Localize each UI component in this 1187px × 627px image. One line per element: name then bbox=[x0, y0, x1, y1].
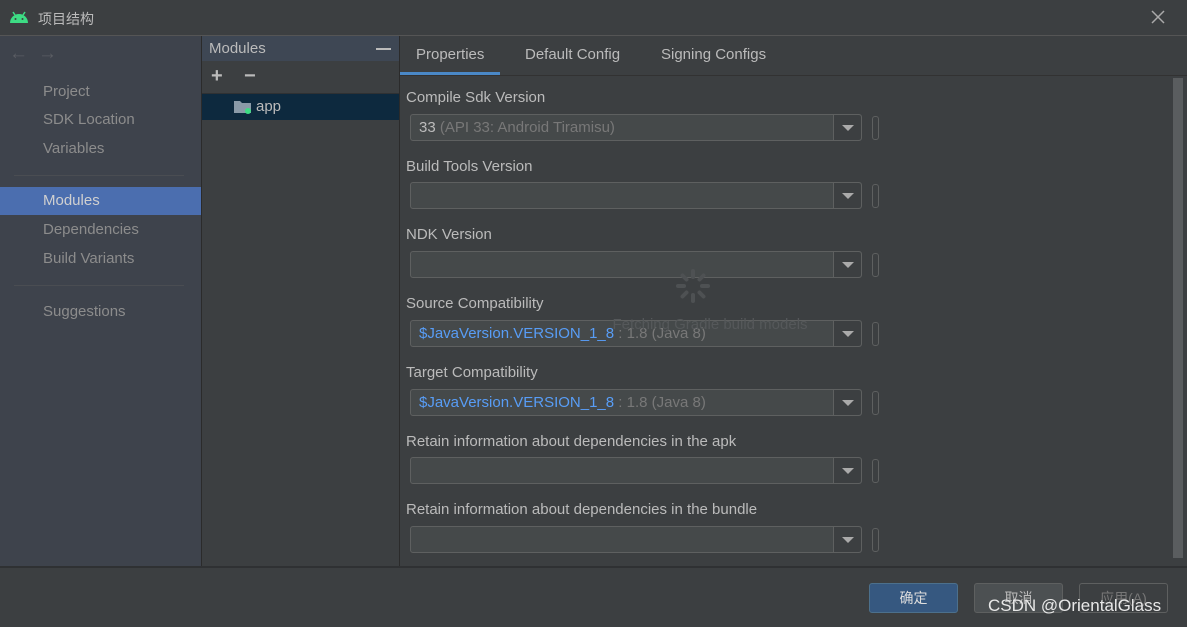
source-compatibility-variable: $JavaVersion.VERSION_1_8 bbox=[419, 325, 615, 342]
tab-default-config[interactable]: Default Config bbox=[509, 36, 636, 75]
modules-title: Modules bbox=[209, 40, 266, 57]
sidebar-item-modules[interactable]: Modules bbox=[0, 187, 201, 215]
close-icon[interactable] bbox=[1149, 8, 1167, 26]
dropdown-arrow[interactable] bbox=[833, 458, 861, 483]
build-tools-label: Build Tools Version bbox=[406, 158, 533, 175]
compile-sdk-dropdown[interactable]: 33 (API 33: Android Tiramisu) bbox=[410, 114, 862, 141]
chevron-down-icon bbox=[842, 331, 854, 337]
module-item-app[interactable]: app bbox=[202, 94, 399, 120]
dropdown-arrow[interactable] bbox=[833, 527, 861, 552]
retain-bundle-label: Retain information about dependencies in… bbox=[406, 501, 758, 518]
build-tools-dropdown[interactable] bbox=[410, 182, 862, 209]
collapse-icon[interactable] bbox=[376, 48, 391, 50]
target-compatibility-dropdown[interactable]: $JavaVersion.VERSION_1_8 : 1.8 (Java 8) bbox=[410, 389, 862, 416]
history-nav: ←→ bbox=[9, 43, 67, 65]
modules-panel: Modules + − app bbox=[202, 36, 400, 566]
target-compatibility-label: Target Compatibility bbox=[406, 364, 538, 381]
module-folder-icon bbox=[234, 101, 251, 114]
sidebar-item-dependencies[interactable]: Dependencies bbox=[0, 216, 201, 244]
dropdown-arrow[interactable] bbox=[833, 183, 861, 208]
variable-toggle[interactable] bbox=[872, 322, 879, 346]
compile-sdk-value: 33 bbox=[419, 119, 436, 136]
sidebar-item-variables[interactable]: Variables bbox=[0, 135, 201, 163]
chevron-down-icon bbox=[842, 537, 854, 543]
dropdown-arrow[interactable] bbox=[833, 252, 861, 277]
vertical-scrollbar[interactable] bbox=[1173, 78, 1183, 558]
compile-sdk-label: Compile Sdk Version bbox=[406, 89, 546, 106]
arrow-right-icon[interactable]: → bbox=[38, 43, 67, 64]
variable-toggle[interactable] bbox=[872, 184, 879, 208]
title-bar: 项目结构 bbox=[0, 0, 1187, 36]
compile-sdk-description: (API 33: Android Tiramisu) bbox=[435, 119, 615, 136]
android-icon bbox=[10, 11, 28, 23]
retain-bundle-dropdown[interactable] bbox=[410, 526, 862, 553]
module-name: app bbox=[256, 98, 282, 115]
loading-spinner-icon bbox=[676, 269, 710, 303]
modules-header: Modules bbox=[202, 36, 399, 61]
remove-module-button[interactable]: − bbox=[244, 65, 256, 88]
variable-toggle[interactable] bbox=[872, 528, 879, 552]
dropdown-arrow[interactable] bbox=[833, 321, 861, 346]
chevron-down-icon bbox=[842, 125, 854, 131]
dropdown-arrow[interactable] bbox=[833, 115, 861, 140]
tab-signing-configs[interactable]: Signing Configs bbox=[645, 36, 782, 75]
ndk-dropdown[interactable] bbox=[410, 251, 862, 278]
chevron-down-icon bbox=[842, 468, 854, 474]
arrow-left-icon[interactable]: ← bbox=[9, 43, 38, 64]
variable-toggle[interactable] bbox=[872, 459, 879, 483]
divider bbox=[14, 175, 184, 176]
target-compatibility-variable: $JavaVersion.VERSION_1_8 bbox=[419, 394, 615, 411]
tab-bar: Properties Default Config Signing Config… bbox=[400, 36, 1187, 76]
ok-button[interactable]: 确定 bbox=[869, 583, 958, 613]
variable-toggle[interactable] bbox=[872, 391, 879, 415]
sidebar-item-sdk-location[interactable]: SDK Location bbox=[0, 106, 201, 134]
variable-toggle[interactable] bbox=[872, 253, 879, 277]
chevron-down-icon bbox=[842, 262, 854, 268]
add-module-button[interactable]: + bbox=[211, 65, 223, 88]
sidebar-nav: ←→ Project SDK Location Variables Module… bbox=[0, 36, 202, 566]
ndk-label: NDK Version bbox=[406, 226, 492, 243]
sidebar-item-build-variants[interactable]: Build Variants bbox=[0, 245, 201, 273]
divider bbox=[14, 285, 184, 286]
chevron-down-icon bbox=[842, 193, 854, 199]
retain-apk-dropdown[interactable] bbox=[410, 457, 862, 484]
chevron-down-icon bbox=[842, 400, 854, 406]
variable-toggle[interactable] bbox=[872, 116, 879, 140]
source-compatibility-label: Source Compatibility bbox=[406, 295, 544, 312]
modules-toolbar: + − bbox=[202, 61, 399, 94]
tab-properties[interactable]: Properties bbox=[400, 36, 501, 75]
target-compatibility-resolved: : 1.8 (Java 8) bbox=[614, 394, 706, 411]
window-title: 项目结构 bbox=[38, 11, 94, 27]
module-properties-panel: Properties Default Config Signing Config… bbox=[400, 36, 1187, 566]
sidebar-item-suggestions[interactable]: Suggestions bbox=[0, 298, 201, 326]
sidebar-item-project[interactable]: Project bbox=[0, 78, 201, 106]
retain-apk-label: Retain information about dependencies in… bbox=[406, 433, 737, 450]
dropdown-arrow[interactable] bbox=[833, 390, 861, 415]
loading-message: Fetching Gradle build models bbox=[612, 316, 808, 333]
watermark: CSDN @OrientalGlass bbox=[988, 596, 1162, 615]
